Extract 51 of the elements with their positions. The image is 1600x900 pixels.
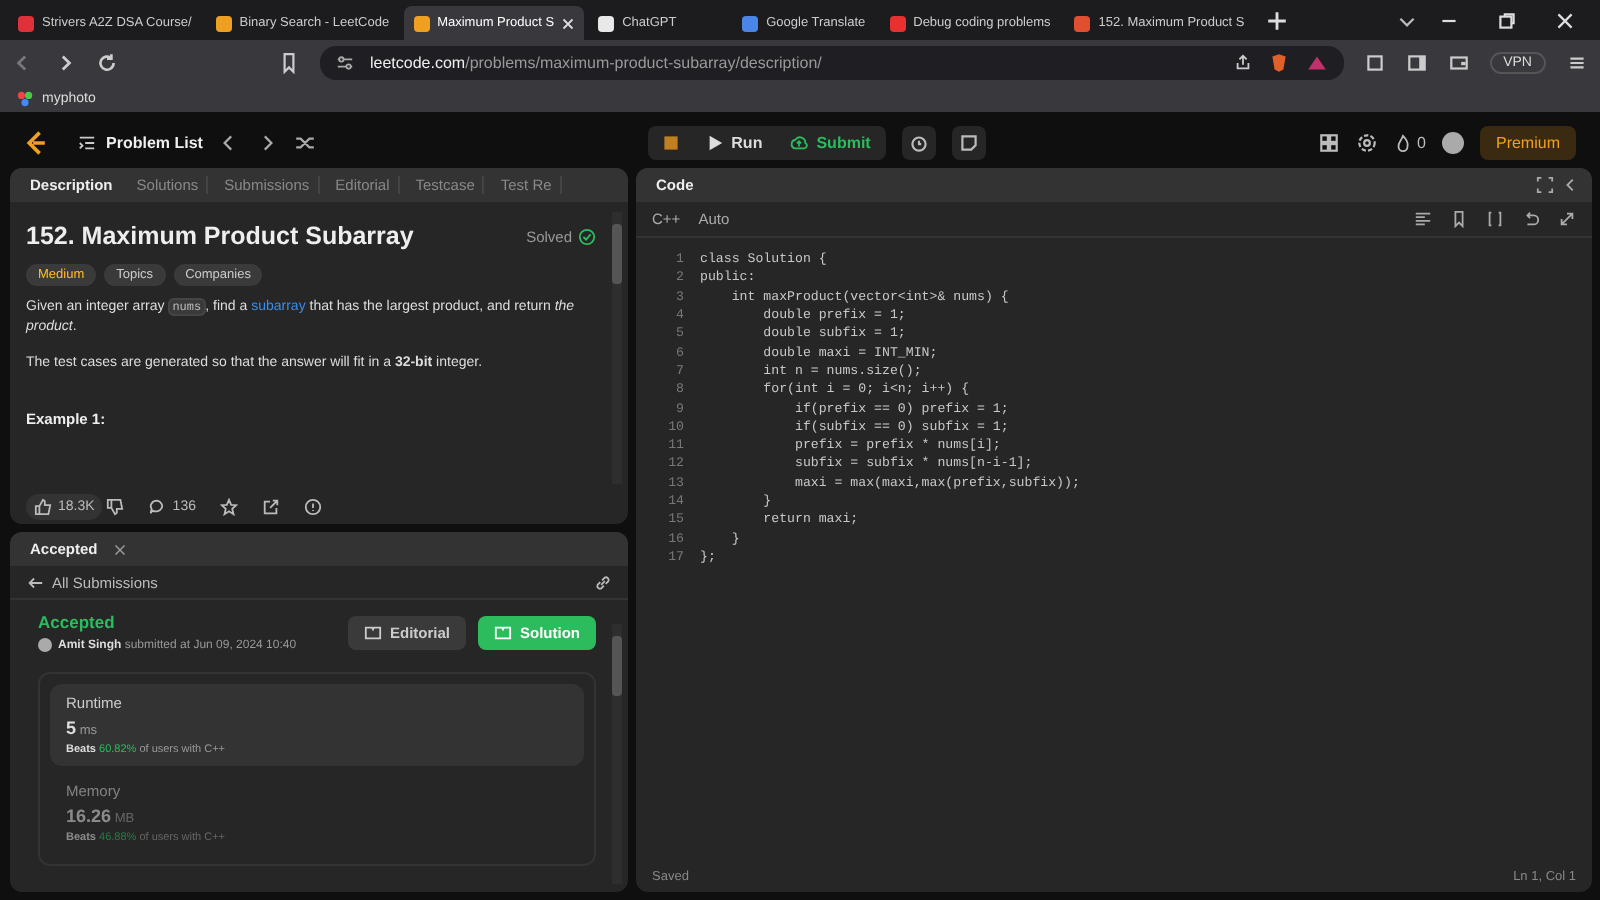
avatar-icon[interactable]: [1441, 131, 1464, 153]
triangle-icon[interactable]: [1305, 51, 1328, 73]
note-icon[interactable]: [952, 125, 987, 159]
layout-icon[interactable]: [1317, 131, 1340, 153]
settings-icon[interactable]: [1355, 131, 1378, 153]
submit-button[interactable]: Submit: [786, 129, 875, 155]
favicon-icon: [889, 15, 906, 31]
favicon-icon: [413, 15, 430, 31]
bookmark-icon[interactable]: [1450, 210, 1468, 228]
expand-icon[interactable]: [1558, 210, 1576, 228]
cloud-upload-icon: [790, 133, 809, 151]
streak-counter[interactable]: 0: [1393, 133, 1426, 151]
sidebar-icon[interactable]: [1405, 51, 1428, 73]
logo-icon[interactable]: [24, 129, 50, 155]
comment-icon: [148, 498, 167, 516]
favicon-icon: [598, 15, 615, 31]
share-icon[interactable]: [261, 498, 280, 516]
run-button[interactable]: Run: [701, 129, 767, 155]
undo-icon[interactable]: [1522, 210, 1540, 228]
submission-status: Accepted: [38, 612, 117, 632]
new-tab-icon[interactable]: [1266, 9, 1289, 31]
reload-icon[interactable]: [96, 51, 118, 73]
link-icon[interactable]: [594, 573, 612, 591]
favicon-icon: [215, 15, 232, 31]
problem-title: 152. Maximum Product Subarray: [26, 222, 414, 250]
share-icon[interactable]: [1233, 53, 1252, 71]
thumbs-up-icon: [34, 498, 52, 516]
alarm-icon[interactable]: [902, 125, 937, 159]
check-circle-icon: [578, 227, 596, 245]
help-icon[interactable]: [303, 498, 322, 516]
address-field[interactable]: leetcode.com/problems/maximum-product-subarray/description/: [320, 45, 1344, 79]
fullscreen-icon[interactable]: [1536, 176, 1554, 194]
braces-icon[interactable]: [1486, 210, 1504, 228]
play-icon: [705, 133, 724, 151]
wallet-icon[interactable]: [1447, 51, 1470, 73]
problem-list-link[interactable]: Problem List: [78, 133, 203, 151]
favicon-icon: [742, 15, 759, 31]
scrollbar[interactable]: [612, 212, 622, 484]
dislike-icon[interactable]: [106, 498, 125, 516]
bookmark-icon[interactable]: [278, 51, 300, 73]
premium-button[interactable]: Premium: [1479, 125, 1576, 159]
avatar-icon: [38, 638, 52, 652]
scrollbar[interactable]: [612, 624, 622, 884]
star-icon[interactable]: [219, 498, 238, 516]
favicon-icon: [1074, 15, 1091, 31]
format-icon[interactable]: [1414, 210, 1432, 228]
back-arrow-icon: [26, 573, 44, 591]
list-icon: [78, 133, 96, 151]
site-settings-icon[interactable]: [336, 53, 354, 71]
favicon-icon: [18, 15, 34, 31]
restore-icon[interactable]: [1496, 9, 1518, 31]
